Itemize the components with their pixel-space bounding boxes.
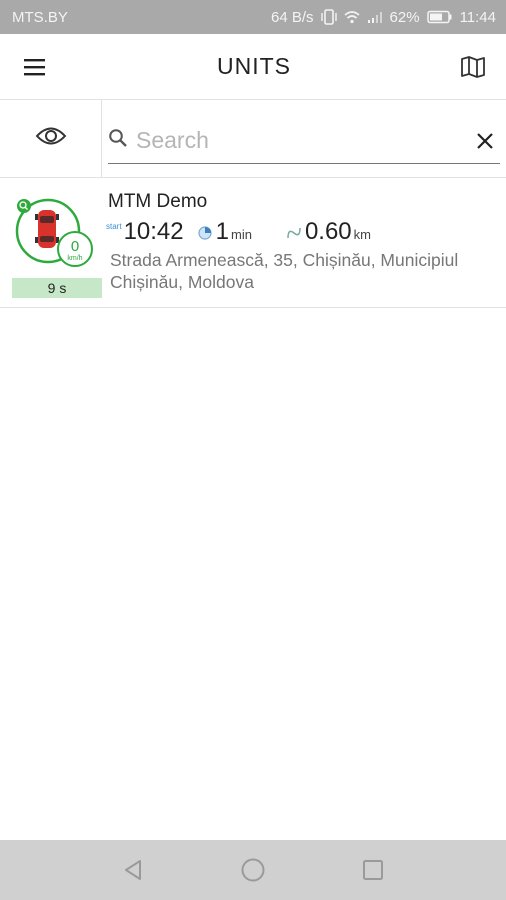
duration-value: 1	[215, 218, 229, 245]
search-icon	[108, 128, 128, 153]
carrier-label: MTS.BY	[12, 8, 68, 26]
wifi-icon	[344, 10, 360, 24]
duration-icon	[198, 226, 212, 245]
clock: 11:44	[459, 8, 496, 26]
unit-speed-unit: km/h	[67, 255, 82, 262]
unit-name: MTM Demo	[108, 191, 208, 212]
unit-speed-value: 0	[71, 238, 79, 255]
menu-icon[interactable]	[20, 52, 50, 82]
signal-icon	[367, 10, 383, 24]
close-icon[interactable]	[470, 126, 500, 156]
unit-stats: start 10:42 1 min 0.60 km	[106, 218, 371, 248]
car-icon	[35, 210, 59, 248]
search-row	[0, 100, 506, 178]
start-label: start	[106, 222, 122, 231]
map-icon[interactable]	[458, 52, 488, 82]
unit-address: Strada Armenească, 35, Chișinău, Municip…	[110, 250, 459, 292]
page-title: UNITS	[217, 53, 291, 79]
start-time: 10:42	[123, 218, 184, 245]
search-cell	[102, 100, 506, 177]
search-input[interactable]	[128, 120, 470, 161]
status-bar: MTS.BY 64 B/s 62% 11:44	[0, 0, 506, 34]
battery-icon	[426, 10, 453, 24]
recents-square-icon[interactable]	[357, 854, 389, 886]
locate-badge-icon	[17, 199, 31, 213]
unit-status-graphic: 0 km/h	[15, 198, 93, 267]
back-triangle-icon[interactable]	[117, 854, 149, 886]
distance-icon	[286, 226, 302, 245]
network-speed: 64 B/s	[271, 8, 314, 26]
idle-time-badge: 9 s	[12, 278, 102, 298]
home-circle-icon[interactable]	[237, 854, 269, 886]
vibrate-icon	[320, 9, 337, 25]
distance-unit: km	[353, 227, 371, 242]
system-nav-bar	[0, 840, 506, 900]
duration-unit: min	[230, 227, 252, 242]
eye-icon	[35, 125, 67, 152]
unit-status-icon: 0 km/h 9 s	[10, 194, 102, 304]
battery-percent: 62%	[389, 8, 420, 26]
status-indicators: 64 B/s 62% 11:44	[271, 9, 496, 26]
search-box	[108, 118, 500, 164]
visibility-toggle-button[interactable]	[0, 100, 102, 177]
app-bar: UNITS	[0, 34, 506, 100]
distance-value: 0.60	[304, 218, 352, 245]
